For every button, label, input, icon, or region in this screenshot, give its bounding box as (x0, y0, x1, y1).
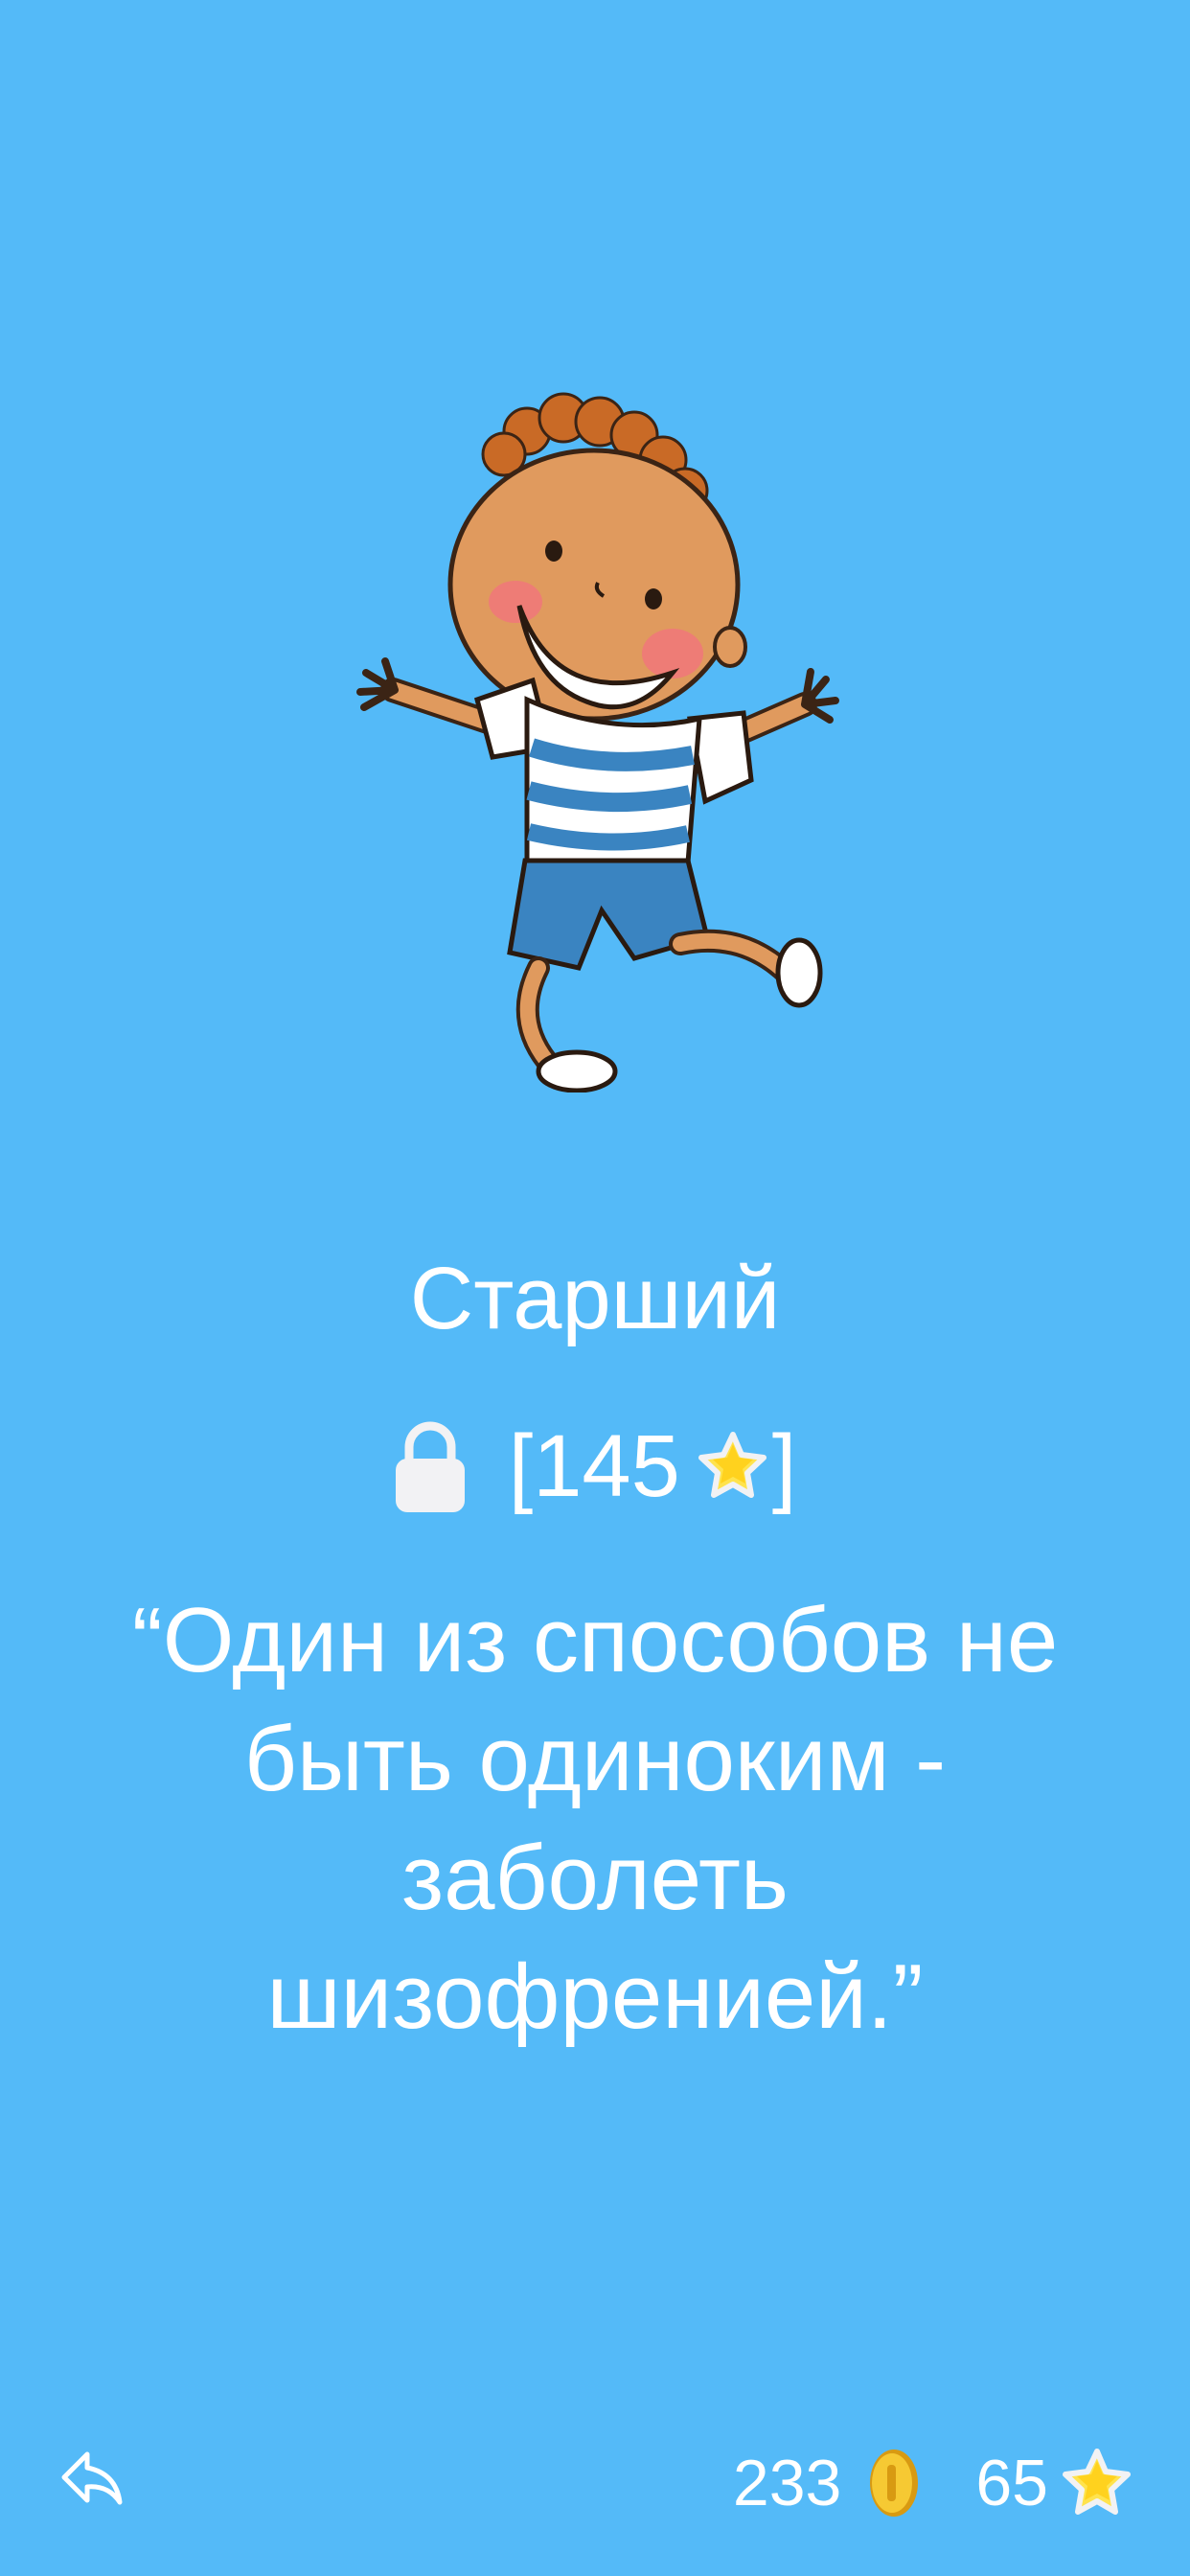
unlock-price: [ 145 ] (509, 1416, 797, 1517)
currency-counters: 233 65 (733, 2440, 1133, 2526)
coin-icon (870, 2450, 919, 2517)
price-value: 145 (533, 1416, 680, 1515)
character-name: Старший (409, 1250, 781, 1347)
unlock-price-row[interactable]: [ 145 ] (0, 1409, 1190, 1524)
running-boy-illustration (356, 392, 839, 1092)
coin-count: 233 (732, 2447, 842, 2519)
price-bracket-close: ] (771, 1416, 797, 1515)
star-icon (1063, 2449, 1131, 2515)
back-button[interactable] (54, 2440, 130, 2517)
character-detail-screen: Старший [ 145 ] “Один из способов не быт… (0, 0, 1190, 2576)
price-bracket-open: [ (508, 1416, 534, 1515)
coin-counter: 233 (733, 2446, 920, 2520)
star-icon (698, 1432, 767, 1498)
lock-icon (395, 1421, 465, 1512)
character-quote: “Один из способов не быть одиноким - заб… (131, 1589, 1059, 2048)
reply-arrow-icon (61, 2451, 123, 2505)
bottom-bar: 233 65 (0, 2425, 1190, 2540)
star-counter: 65 (975, 2446, 1133, 2520)
star-count: 65 (975, 2447, 1048, 2519)
